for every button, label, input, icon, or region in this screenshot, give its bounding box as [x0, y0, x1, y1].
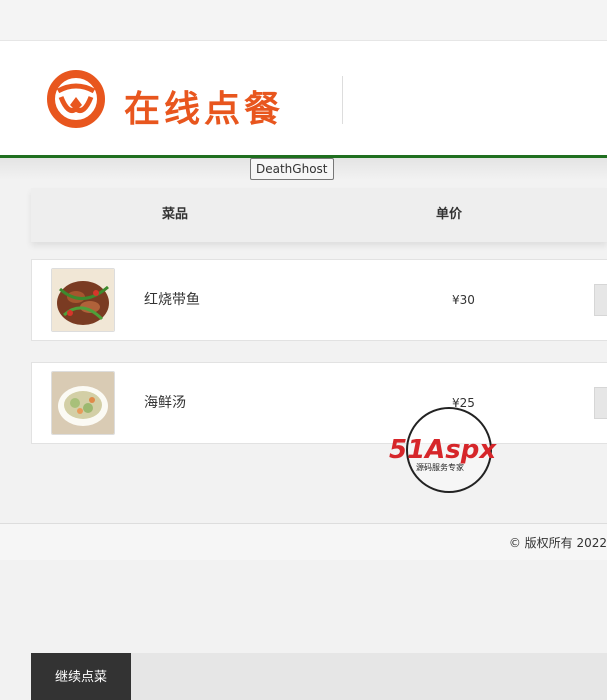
header-divider	[342, 76, 343, 124]
table-row: 红烧带鱼 ¥30	[31, 259, 607, 341]
table-header: 菜品 单价	[31, 188, 607, 242]
cart-panel: 菜品 单价 红烧带鱼 ¥30 海鲜汤 ¥25 继续点菜	[31, 188, 607, 700]
dish-image[interactable]	[51, 371, 115, 435]
table-row: 海鲜汤 ¥25	[31, 362, 607, 444]
logo-icon[interactable]	[46, 69, 106, 129]
top-bar	[0, 0, 607, 41]
column-header-dish: 菜品	[162, 207, 189, 222]
cart-actions-bar: 继续点菜	[31, 653, 607, 700]
dish-name: 红烧带鱼	[144, 292, 200, 308]
copyright-text: © 版权所有 2022	[508, 536, 607, 550]
site-title: 在线点餐	[124, 88, 285, 130]
dish-name: 海鲜汤	[144, 395, 186, 411]
tooltip: DeathGhost	[250, 158, 334, 180]
watermark-brand: 51Aspx	[389, 435, 497, 465]
watermark-tagline: 源码服务专家	[416, 462, 464, 472]
page-footer: © 版权所有 2022	[0, 523, 607, 560]
continue-ordering-button[interactable]: 继续点菜	[31, 653, 131, 700]
quantity-control[interactable]	[594, 387, 607, 419]
column-header-price: 单价	[436, 207, 463, 222]
watermark-logo: 51Aspx 源码服务专家	[389, 407, 497, 493]
dish-image[interactable]	[51, 268, 115, 332]
dish-price: ¥30	[452, 293, 475, 307]
quantity-control[interactable]	[594, 284, 607, 316]
